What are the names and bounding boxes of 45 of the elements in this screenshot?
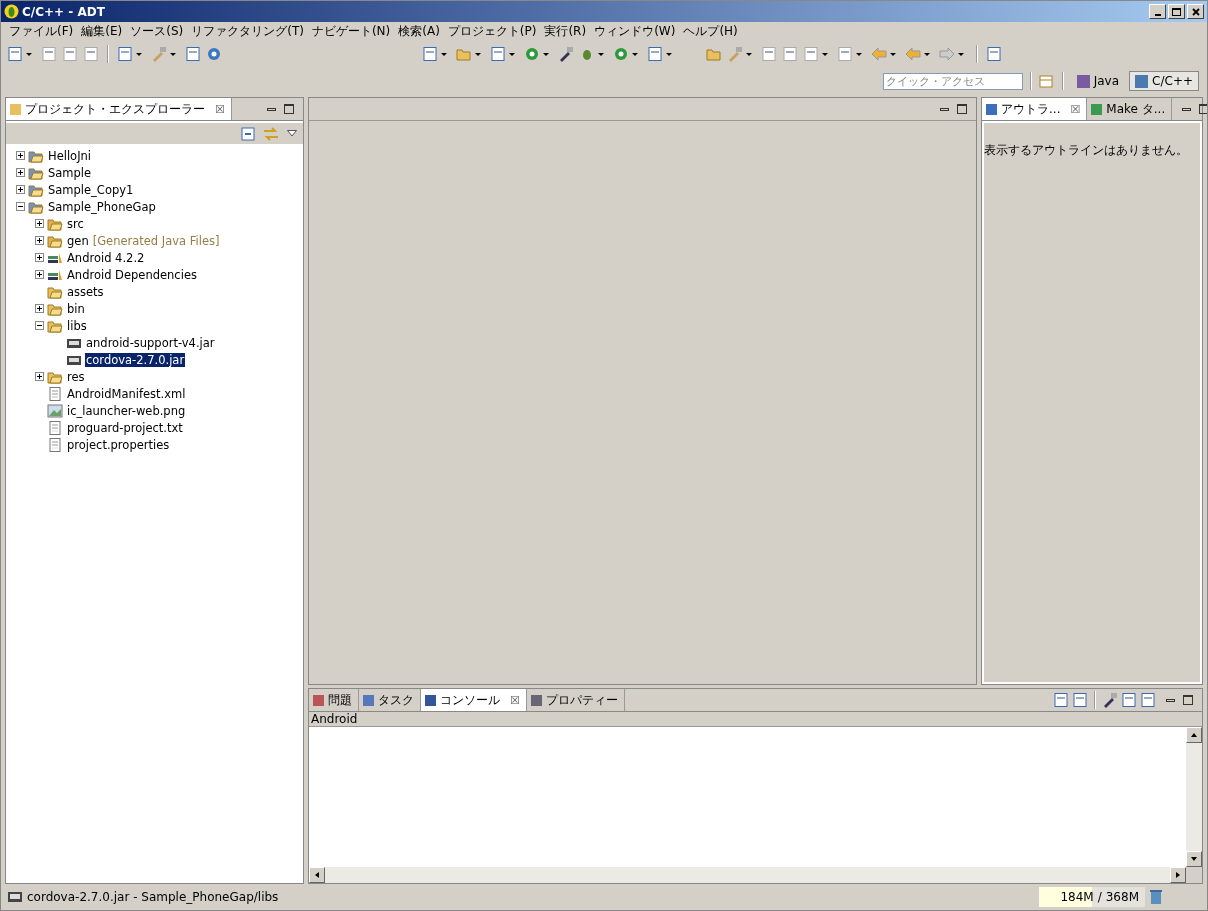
tree-item[interactable]: src [66,216,85,231]
close-button[interactable]: ☒ [1070,102,1081,116]
perspective-button[interactable]: C/C++ [1129,71,1199,91]
menu-item[interactable]: プロジェクト(P) [443,23,541,40]
tree-item[interactable]: assets [66,284,105,299]
menu-item[interactable]: 実行(R) [540,23,591,40]
close-button[interactable]: ☒ [510,693,520,707]
status-text: cordova-2.7.0.jar - Sample_PhoneGap/libs [27,890,279,904]
tree-item[interactable]: Sample [47,165,93,180]
menu-item[interactable]: ウィンドウ(W) [590,23,680,40]
view-tab[interactable]: コンソール ☒ [421,689,527,711]
heap-used: 184M [1060,890,1094,904]
tree-item-decoration: [Generated Java Files] [92,233,220,248]
tree-item[interactable]: Android 4.2.2 [66,250,146,265]
tree-item[interactable]: gen [66,233,90,248]
view-tab[interactable]: プロジェクト・エクスプローラー ☒ [6,98,232,120]
tree-item[interactable]: bin [66,301,86,316]
quick-access-field[interactable]: クイック・アクセス [882,72,1023,90]
tree-item[interactable]: res [66,369,86,384]
view-tab[interactable]: アウトラ... ☒ [982,98,1088,120]
menu-item[interactable]: リファクタリング(T) [187,23,308,40]
tree-item[interactable]: Sample_PhoneGap [47,199,157,214]
tree-item[interactable]: project.properties [66,437,171,452]
tree-item[interactable]: android-support-v4.jar [85,335,216,350]
window-title: C/C++ - ADT [22,4,106,19]
menu-item[interactable]: ファイル(F) [5,23,78,40]
menu-item[interactable]: 検索(A) [394,23,444,40]
tree-item[interactable]: cordova-2.7.0.jar [85,352,186,367]
console-name: Android [311,712,358,726]
tree-item[interactable]: Android Dependencies [66,267,198,282]
heap-total: 368M [1105,890,1139,904]
tree-item[interactable]: ic_launcher-web.png [66,403,187,418]
menu-item[interactable]: ナビゲート(N) [307,23,395,40]
tree-item[interactable]: HelloJni [47,148,93,163]
tree-item[interactable]: AndroidManifest.xml [66,386,187,401]
tree-item[interactable]: proguard-project.txt [66,420,184,435]
menu-item[interactable]: 編集(E) [77,23,127,40]
perspective-button[interactable]: Java [1070,71,1126,91]
close-button[interactable]: ☒ [215,102,225,116]
tree-item[interactable]: Sample_Copy1 [47,182,135,197]
outline-message: 表示するアウトラインはありません。 [984,143,1188,157]
menu-item[interactable]: ヘルプ(H) [679,23,742,40]
menu-item[interactable]: ソース(S) [126,23,188,40]
heap-separator: / [1097,890,1102,904]
tree-item[interactable]: libs [66,318,88,333]
